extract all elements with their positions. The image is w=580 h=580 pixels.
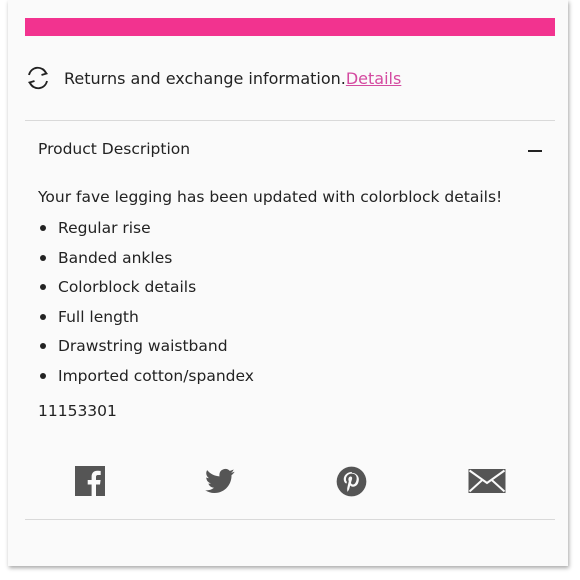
description-intro: Your fave legging has been updated with … <box>38 188 503 206</box>
divider <box>25 519 555 520</box>
feature-item: Full length <box>38 305 254 335</box>
feature-item: Banded ankles <box>38 246 254 276</box>
product-description-title[interactable]: Product Description <box>38 140 190 158</box>
minus-icon[interactable] <box>528 150 542 152</box>
accent-bar <box>25 18 555 36</box>
returns-details-link[interactable]: Details <box>346 69 401 88</box>
feature-item: Drawstring waistband <box>38 334 254 364</box>
returns-text: Returns and exchange information. <box>64 68 346 88</box>
feature-item: Imported cotton/spandex <box>38 364 254 394</box>
divider <box>25 120 555 121</box>
product-sku: 11153301 <box>38 402 117 420</box>
facebook-icon[interactable] <box>75 466 105 498</box>
twitter-icon[interactable] <box>204 466 236 498</box>
feature-list: Regular rise Banded ankles Colorblock de… <box>38 216 254 394</box>
feature-item: Regular rise <box>38 216 254 246</box>
feature-item: Colorblock details <box>38 275 254 305</box>
exchange-arrows-icon <box>24 64 52 92</box>
email-icon[interactable] <box>468 466 506 498</box>
pinterest-icon[interactable] <box>336 466 367 498</box>
returns-info-row: Returns and exchange information. Details <box>24 64 401 92</box>
